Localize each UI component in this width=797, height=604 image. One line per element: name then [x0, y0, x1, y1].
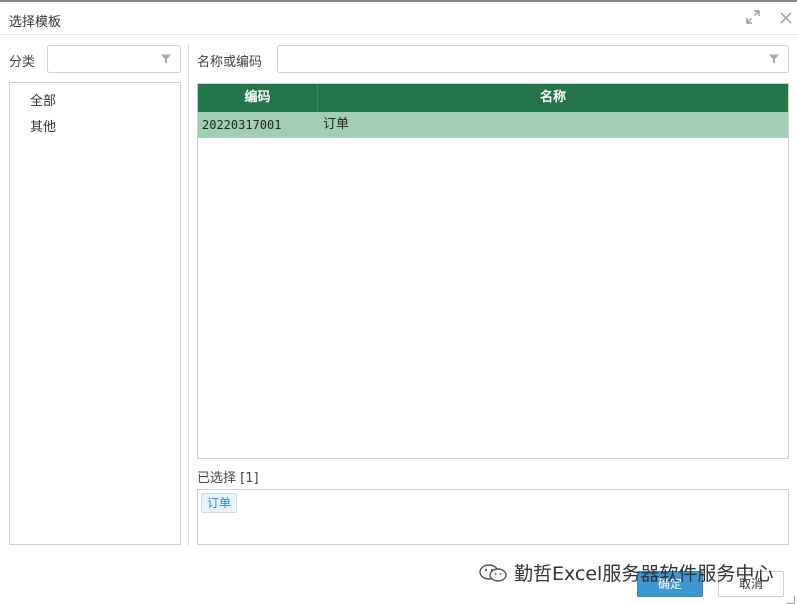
- category-list: 全部 其他: [9, 82, 181, 545]
- selected-tag[interactable]: 订单: [201, 493, 238, 513]
- close-icon-graphic: [780, 12, 792, 24]
- wechat-icon: [479, 564, 507, 582]
- title-divider: [0, 34, 797, 35]
- template-grid: 编码 名称 20220317001 订单: [197, 83, 789, 459]
- dialog-titlebar: 选择模板: [0, 4, 797, 34]
- close-icon[interactable]: [777, 10, 795, 28]
- watermark: 勤哲Excel服务器软件服务中心: [478, 559, 773, 586]
- maximize-icon-graphic: [746, 10, 760, 24]
- column-header-name[interactable]: 名称: [318, 84, 788, 112]
- maximize-icon[interactable]: [744, 10, 762, 28]
- selected-count-label: 已选择 [1]: [197, 471, 259, 486]
- search-label: 名称或编码: [197, 55, 263, 70]
- category-item-all[interactable]: 全部: [30, 90, 56, 109]
- pane-divider: [188, 44, 189, 546]
- row-name-cell: 订单: [323, 117, 350, 132]
- watermark-text: 勤哲Excel服务器软件服务中心: [514, 563, 774, 585]
- category-filter-input[interactable]: [47, 45, 181, 73]
- table-row[interactable]: 20220317001 订单: [198, 112, 788, 138]
- selected-items-box: 订单: [197, 489, 789, 545]
- category-label: 分类: [9, 55, 36, 70]
- dialog-title: 选择模板: [9, 15, 62, 30]
- select-template-dialog: 选择模板 分类 全部 其他 名称或编码 编码 名称 20220317001 订单…: [0, 0, 797, 604]
- filter-icon[interactable]: [768, 53, 780, 65]
- filter-icon[interactable]: [160, 53, 172, 65]
- resize-handle[interactable]: [787, 596, 795, 604]
- row-code-cell: 20220317001: [202, 118, 282, 132]
- column-header-code[interactable]: 编码: [198, 84, 318, 112]
- category-item-other[interactable]: 其他: [30, 116, 56, 135]
- search-input[interactable]: [277, 45, 789, 73]
- grid-header: 编码 名称: [198, 84, 788, 112]
